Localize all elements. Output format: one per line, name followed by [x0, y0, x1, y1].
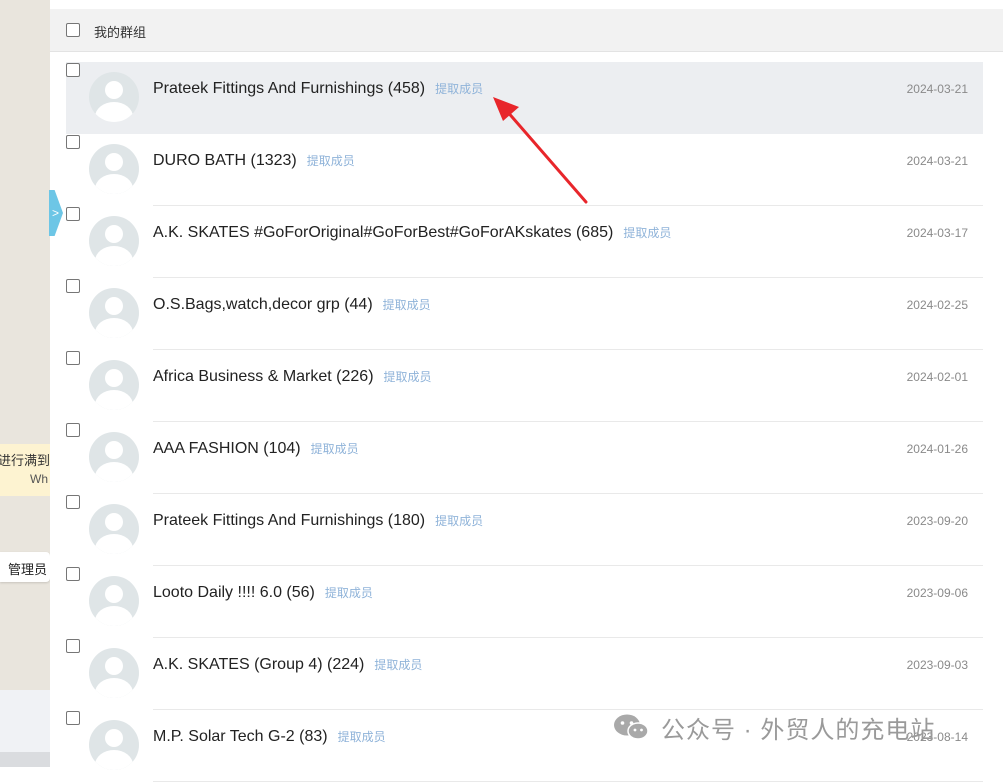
- watermark: 公众号 · 外贸人的充电站: [613, 710, 935, 744]
- wechat-icon: [613, 713, 649, 741]
- watermark-text: 公众号 · 外贸人的充电站: [661, 716, 936, 744]
- annotation-arrow: [493, 97, 588, 204]
